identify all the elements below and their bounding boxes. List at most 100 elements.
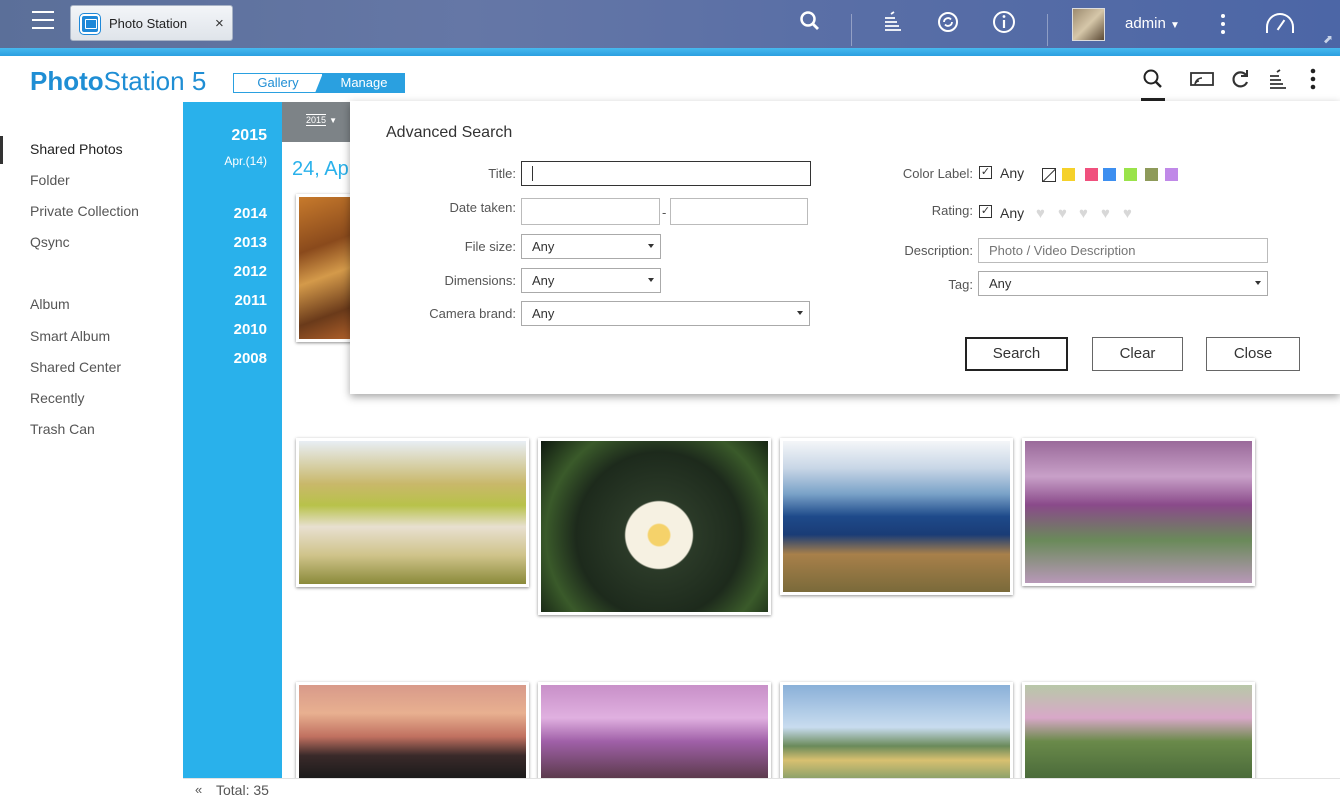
more-menu-icon[interactable] <box>1309 68 1317 92</box>
photo-thumbnail-windmill-canal[interactable] <box>780 682 1013 782</box>
user-menu[interactable]: admin ▼ <box>1125 15 1180 32</box>
color-swatch-olive[interactable] <box>1145 168 1158 181</box>
color-any-label: Any <box>1000 165 1025 181</box>
mode-switch: Gallery Manage <box>233 73 405 93</box>
sidebar-item-folder[interactable]: Folder <box>30 172 70 188</box>
sidebar-item-album[interactable]: Album <box>30 296 70 312</box>
timeline-year[interactable]: 2014 <box>234 205 267 222</box>
sort-by-date-button[interactable]: 2015 ▼ <box>282 102 352 142</box>
main-menu-icon[interactable] <box>32 11 54 31</box>
tag-select[interactable]: Any <box>978 271 1268 296</box>
sidebar-active-bar <box>0 136 3 164</box>
sidebar-item-trash-can[interactable]: Trash Can <box>30 421 95 437</box>
color-swatch-green[interactable] <box>1124 168 1137 181</box>
color-label-label: Color Label: <box>902 166 973 181</box>
dashboard-gauge-icon[interactable] <box>1266 13 1294 33</box>
close-button[interactable]: Close <box>1206 337 1300 371</box>
timeline-year[interactable]: 2008 <box>234 350 267 367</box>
app-brand: PhotoStation 5 <box>30 66 206 97</box>
description-input[interactable] <box>978 238 1268 263</box>
photo-thumbnail-coastal-cliffs[interactable] <box>780 438 1013 595</box>
clear-button[interactable]: Clear <box>1092 337 1183 371</box>
no-color-swatch[interactable] <box>1042 168 1056 182</box>
file-size-value: Any <box>532 239 555 254</box>
description-label: Description: <box>904 243 973 258</box>
timeline-year[interactable]: 2010 <box>234 321 267 338</box>
dimensions-label: Dimensions: <box>444 273 516 288</box>
sort-date-text: 2015 <box>306 114 327 126</box>
date-range-separator: - <box>662 205 667 220</box>
resize-corner-icon: ⬈ <box>1323 32 1334 46</box>
dropdown-arrow-icon <box>648 244 654 248</box>
rating-heart-icon[interactable]: ♥ <box>1101 205 1110 222</box>
sidebar-item-recently[interactable]: Recently <box>30 390 84 406</box>
sidebar-item-qsync[interactable]: Qsync <box>30 234 70 250</box>
rating-any-checkbox[interactable]: ✓ <box>979 205 992 218</box>
timeline-month[interactable]: Apr.(14) <box>224 154 267 168</box>
sort-date-label: 2015 ▼ <box>306 114 337 126</box>
sync-icon[interactable] <box>935 10 961 36</box>
photo-thumbnail-horse-rider-sunset[interactable] <box>296 682 529 782</box>
search-button[interactable]: Search <box>965 337 1068 371</box>
photo-thumbnail-water-lily[interactable] <box>538 438 771 615</box>
sidebar-item-shared-center[interactable]: Shared Center <box>30 359 121 375</box>
date-to-input[interactable] <box>670 198 808 225</box>
title-input[interactable] <box>521 161 811 186</box>
dimensions-value: Any <box>532 273 555 288</box>
dropdown-arrow-icon <box>648 278 654 282</box>
collapse-panel-icon[interactable]: « <box>195 782 202 797</box>
tag-value: Any <box>989 276 1012 291</box>
color-swatch-blue[interactable] <box>1103 168 1116 181</box>
upload-tasks-icon[interactable] <box>1266 68 1290 92</box>
photo-thumbnail-cherry-blossom-trees[interactable] <box>538 682 771 782</box>
file-size-label: File size: <box>464 239 516 254</box>
top-bar: Photo Station × admin ▼ ⬈ <box>0 0 1340 56</box>
user-name: admin <box>1125 15 1166 32</box>
photo-thumbnail-lavender-field[interactable] <box>1022 438 1255 586</box>
info-icon[interactable] <box>991 10 1017 36</box>
manage-mode-button[interactable]: Manage <box>315 73 405 93</box>
photo-thumbnail-rabbit-in-flowers[interactable] <box>1022 682 1255 782</box>
close-tab-icon[interactable]: × <box>215 15 224 32</box>
more-options-icon[interactable] <box>1221 14 1225 38</box>
color-any-checkbox[interactable]: ✓ <box>979 166 992 179</box>
timeline-year[interactable]: 2012 <box>234 263 267 280</box>
date-from-input[interactable] <box>521 198 660 225</box>
chevron-down-icon: ▼ <box>329 116 338 125</box>
color-swatch-purple[interactable] <box>1165 168 1178 181</box>
color-swatch-yellow[interactable] <box>1062 168 1075 181</box>
advanced-search-icon[interactable] <box>1141 68 1165 92</box>
sidebar-item-shared-photos[interactable]: Shared Photos <box>30 141 123 157</box>
brand-bold: Photo <box>30 66 104 96</box>
top-bar-edge <box>0 48 1340 56</box>
dimensions-select[interactable]: Any <box>521 268 661 293</box>
app-tab-photo-station[interactable]: Photo Station × <box>70 5 233 41</box>
photo-station-app-icon <box>80 14 100 34</box>
text-caret <box>532 166 533 181</box>
search-icon[interactable] <box>797 10 823 36</box>
background-tasks-icon[interactable] <box>880 10 906 36</box>
timeline-year[interactable]: 2011 <box>234 292 267 309</box>
toolbar-separator <box>851 14 852 46</box>
color-swatch-pink[interactable] <box>1085 168 1098 181</box>
user-avatar[interactable] <box>1072 8 1105 41</box>
sidebar-item-private-collection[interactable]: Private Collection <box>30 203 139 219</box>
slideshow-icon[interactable] <box>1189 68 1214 92</box>
refresh-icon[interactable] <box>1228 68 1252 92</box>
rating-heart-icon[interactable]: ♥ <box>1036 205 1045 222</box>
timeline-year-current[interactable]: 2015 <box>231 127 267 145</box>
rating-heart-icon[interactable]: ♥ <box>1058 205 1067 222</box>
photo-thumbnail-snowy-bridge[interactable] <box>296 438 529 587</box>
rating-label: Rating: <box>931 203 973 218</box>
rating-heart-icon[interactable]: ♥ <box>1079 205 1088 222</box>
total-count: Total: 35 <box>216 782 269 798</box>
photo-thumbnail-autumn-park[interactable] <box>296 194 356 342</box>
sidebar-item-smart-album[interactable]: Smart Album <box>30 328 110 344</box>
chevron-down-icon: ▼ <box>1170 20 1180 31</box>
file-size-select[interactable]: Any <box>521 234 661 259</box>
timeline-year[interactable]: 2013 <box>234 234 267 251</box>
camera-brand-value: Any <box>532 306 555 321</box>
gallery-mode-button[interactable]: Gallery <box>233 73 323 93</box>
rating-heart-icon[interactable]: ♥ <box>1123 205 1132 222</box>
camera-brand-select[interactable]: Any <box>521 301 810 326</box>
